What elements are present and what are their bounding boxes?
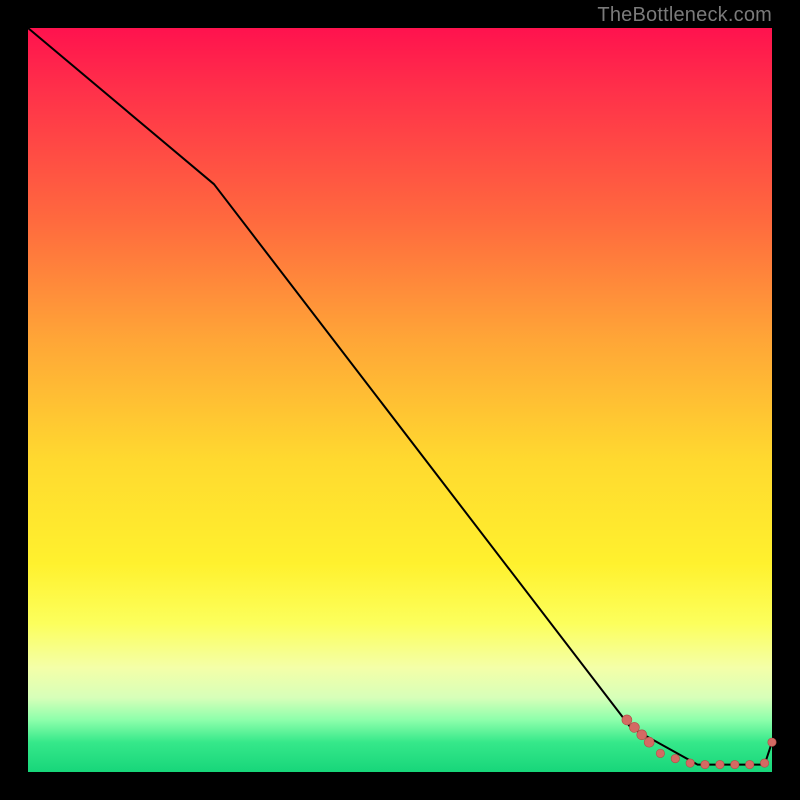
marker-group: [622, 715, 776, 769]
data-point: [731, 760, 739, 768]
data-point: [637, 730, 647, 740]
data-point: [656, 749, 664, 757]
data-point: [629, 722, 639, 732]
curve-line: [28, 28, 772, 765]
data-point: [671, 754, 679, 762]
data-point: [746, 760, 754, 768]
data-point: [622, 715, 632, 725]
data-point: [768, 738, 776, 746]
chart-svg: [28, 28, 772, 772]
data-point: [686, 759, 694, 767]
data-point: [644, 737, 654, 747]
chart-frame: TheBottleneck.com: [0, 0, 800, 800]
data-point: [760, 759, 768, 767]
data-point: [716, 760, 724, 768]
data-point: [701, 760, 709, 768]
watermark-text: TheBottleneck.com: [597, 4, 772, 27]
